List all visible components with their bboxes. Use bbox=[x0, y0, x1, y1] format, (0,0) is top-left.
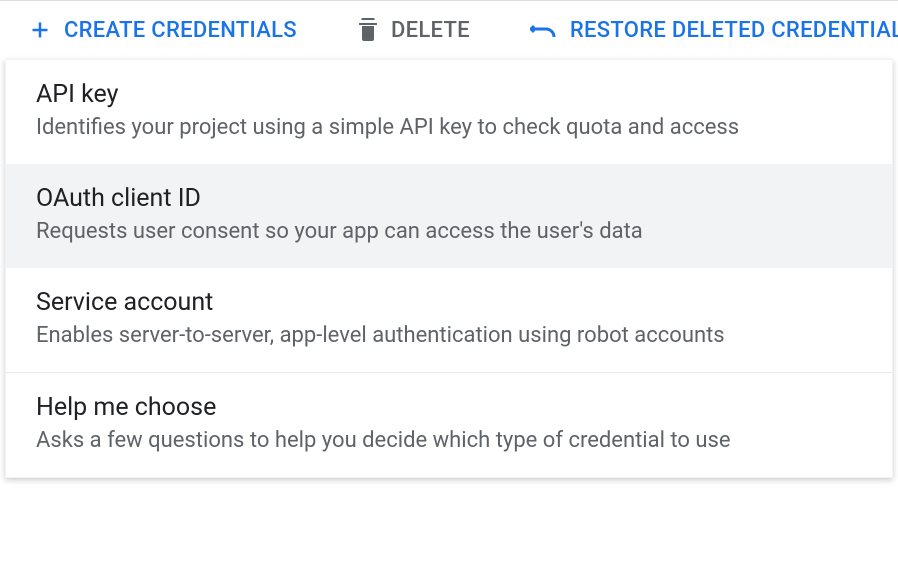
dropdown-item-title: Service account bbox=[36, 288, 862, 317]
create-credentials-dropdown: API key Identifies your project using a … bbox=[5, 59, 893, 478]
dropdown-item-desc: Asks a few questions to help you decide … bbox=[36, 428, 862, 453]
dropdown-item-api-key[interactable]: API key Identifies your project using a … bbox=[6, 60, 892, 164]
create-credentials-button[interactable]: CREATE CREDENTIALS bbox=[28, 18, 297, 43]
delete-label: DELETE bbox=[391, 18, 470, 43]
restore-label: RESTORE DELETED CREDENTIALS bbox=[570, 18, 898, 43]
dropdown-item-title: API key bbox=[36, 80, 862, 109]
dropdown-item-oauth-client-id[interactable]: OAuth client ID Requests user consent so… bbox=[6, 164, 892, 268]
dropdown-item-title: OAuth client ID bbox=[36, 184, 862, 213]
dropdown-item-desc: Requests user consent so your app can ac… bbox=[36, 219, 862, 244]
undo-icon bbox=[530, 21, 558, 39]
plus-icon bbox=[28, 18, 52, 42]
dropdown-item-desc: Enables server-to-server, app-level auth… bbox=[36, 323, 862, 348]
toolbar: CREATE CREDENTIALS DELETE RESTORE DELETE… bbox=[0, 0, 898, 59]
restore-button[interactable]: RESTORE DELETED CREDENTIALS bbox=[530, 18, 898, 43]
create-credentials-label: CREATE CREDENTIALS bbox=[64, 18, 297, 43]
dropdown-item-title: Help me choose bbox=[36, 393, 862, 422]
dropdown-item-help-me-choose[interactable]: Help me choose Asks a few questions to h… bbox=[6, 373, 892, 477]
trash-icon bbox=[357, 17, 379, 43]
delete-button[interactable]: DELETE bbox=[357, 17, 470, 43]
dropdown-item-service-account[interactable]: Service account Enables server-to-server… bbox=[6, 268, 892, 372]
dropdown-item-desc: Identifies your project using a simple A… bbox=[36, 115, 862, 140]
